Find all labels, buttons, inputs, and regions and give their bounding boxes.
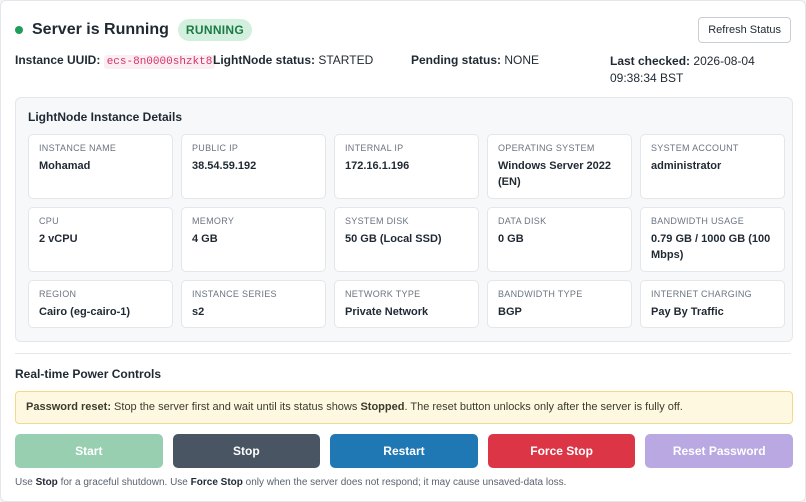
status-header: Server is Running RUNNING Refresh Status [15,17,791,43]
detail-tile-label: OPERATING SYSTEM [498,143,595,153]
detail-tile-value: BGP [498,306,522,318]
detail-tile-value: 50 GB (Local SSD) [345,233,442,245]
refresh-status-button[interactable]: Refresh Status [698,17,791,43]
detail-tile: MEMORY 4 GB [181,207,326,272]
pending-status-label: Pending status: [411,53,502,67]
instance-details-panel: LightNode Instance Details INSTANCE NAME… [15,97,793,342]
detail-tile-label: DATA DISK [498,216,547,226]
last-checked-label: Last checked: [610,54,691,68]
detail-tile-label: BANDWIDTH USAGE [651,216,745,226]
detail-tile-value: 38.54.59.192 [192,160,257,172]
lightnode-status-label: LightNode status: [213,53,315,67]
detail-tile: OPERATING SYSTEM Windows Server 2022 (EN) [487,134,632,199]
detail-tile-value: 0.79 GB / 1000 GB (100 Mbps) [651,233,771,261]
last-checked: Last checked: 2026-08-04 09:38:34 BST [610,53,780,88]
detail-tile-label: MEMORY [192,216,235,226]
reset-password-button[interactable]: Reset Password [645,434,793,468]
detail-tile-value: 4 GB [192,233,218,245]
detail-tile: INSTANCE NAME Mohamad [28,134,173,199]
instance-details-title: LightNode Instance Details [28,110,183,124]
detail-tile-value: 0 GB [498,233,524,245]
section-divider [15,353,791,354]
detail-tile: BANDWIDTH USAGE 0.79 GB / 1000 GB (100 Mb… [640,207,785,272]
detail-tile-value: Pay By Traffic [651,306,724,318]
detail-tile: NETWORK TYPE Private Network [334,280,479,328]
detail-tile: INTERNAL IP 172.16.1.196 [334,134,479,199]
detail-tile: REGION Cairo (eg-cairo-1) [28,280,173,328]
footnote-force-stop: Force Stop [190,477,243,488]
power-controls-footnote: Use Stop for a graceful shutdown. Use Fo… [15,477,566,488]
detail-tile-label: SYSTEM DISK [345,216,409,226]
detail-tile: BANDWIDTH TYPE BGP [487,280,632,328]
restart-button[interactable]: Restart [330,434,478,468]
pending-status-value: NONE [504,53,540,67]
detail-tile: SYSTEM ACCOUNT administrator [640,134,785,199]
instance-details-grid: INSTANCE NAME Mohamad PUBLIC IP 38.54.59.19… [28,134,785,328]
start-button[interactable]: Start [15,434,163,468]
detail-tile-label: REGION [39,289,77,299]
detail-tile: DATA DISK 0 GB [487,207,632,272]
detail-tile-label: BANDWIDTH TYPE [498,289,583,299]
alert-strong: Stopped [360,401,405,413]
footnote-text-1: Use [15,477,33,488]
detail-tile-label: INTERNET CHARGING [651,289,752,299]
detail-tile: INTERNET CHARGING Pay By Traffic [640,280,785,328]
detail-tile-label: INTERNAL IP [345,143,404,153]
instance-uuid-value: ecs-8n0000shzkt8 [103,55,216,69]
alert-lead: Password reset: [26,401,111,413]
alert-text-1: Stop the server first and wait until its… [114,401,358,413]
alert-text-2: . The reset button unlocks only after th… [404,401,683,413]
detail-tile-label: CPU [39,216,59,226]
password-reset-alert: Password reset: Stop the server first an… [15,391,793,424]
detail-tile-value: 172.16.1.196 [345,160,410,172]
power-controls-title: Real-time Power Controls [15,367,162,381]
status-badge: RUNNING [177,19,253,41]
detail-tile: SYSTEM DISK 50 GB (Local SSD) [334,207,479,272]
detail-tile-label: SYSTEM ACCOUNT [651,143,739,153]
detail-tile-value: administrator [651,160,722,172]
server-status-title: Server is Running [32,21,169,38]
detail-tile-label: PUBLIC IP [192,143,239,153]
lightnode-status: LightNode status: STARTED [213,53,373,67]
lightnode-status-value: STARTED [318,53,374,67]
detail-tile-value: Mohamad [39,160,91,172]
instance-uuid-label: Instance UUID: [15,53,101,67]
power-buttons: Start Stop Restart Force Stop Reset Pass… [15,434,793,468]
detail-tile: INSTANCE SERIES s2 [181,280,326,328]
detail-tile-label: INSTANCE SERIES [192,289,277,299]
instance-uuid: Instance UUID: ecs-8n0000shzkt8 [15,53,216,69]
instance-info-row: Instance UUID: ecs-8n0000shzkt8 LightNod… [15,53,791,89]
detail-tile: CPU 2 vCPU [28,207,173,272]
detail-tile-label: NETWORK TYPE [345,289,421,299]
detail-tile-value: Windows Server 2022 (EN) [498,160,612,188]
footnote-stop: Stop [35,477,58,488]
pending-status: Pending status: NONE [411,53,539,67]
detail-tile-value: s2 [192,306,205,318]
running-status-dot-icon [15,26,23,34]
stop-button[interactable]: Stop [172,434,321,468]
footnote-text-2: for a graceful shutdown. Use [60,477,188,488]
footnote-text-3: only when the server does not respond; i… [245,477,567,488]
detail-tile-value: Cairo (eg-cairo-1) [39,306,131,318]
detail-tile-value: 2 vCPU [39,233,78,245]
detail-tile: PUBLIC IP 38.54.59.192 [181,134,326,199]
detail-tile-value: Private Network [345,306,429,318]
force-stop-button[interactable]: Force Stop [487,434,636,468]
server-status-card: Server is Running RUNNING Refresh Status… [0,0,806,502]
detail-tile-label: INSTANCE NAME [39,143,117,153]
